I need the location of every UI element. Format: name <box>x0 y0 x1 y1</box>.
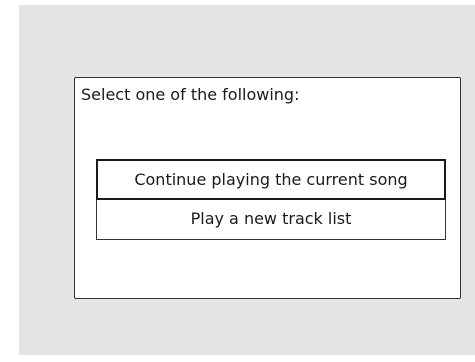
dialog-prompt: Select one of the following: <box>81 85 300 104</box>
screen-background: Select one of the following: Continue pl… <box>19 5 475 355</box>
selection-dialog: Select one of the following: Continue pl… <box>74 77 461 299</box>
option-play-new-track-list-button[interactable]: Play a new track list <box>96 200 446 240</box>
option-continue-playing-button[interactable]: Continue playing the current song <box>96 159 446 200</box>
